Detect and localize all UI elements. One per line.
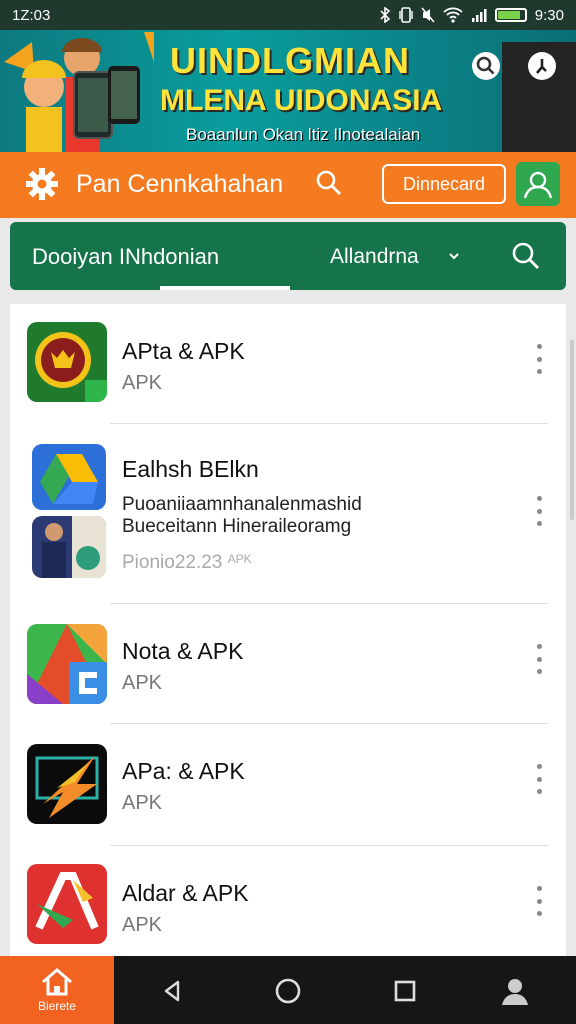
app-name: APta & APK [122, 338, 245, 364]
download-button[interactable]: Dinnecard [382, 164, 506, 204]
app-icon [27, 322, 107, 402]
tab-dropdown-label[interactable]: Allandrna [330, 245, 419, 269]
app-icon [27, 744, 107, 824]
more-options-button[interactable] [534, 496, 544, 526]
list-item[interactable]: APta & APK APK [10, 304, 566, 424]
app-name: Ealhsh BElkn [122, 456, 259, 482]
more-options-button[interactable] [534, 886, 544, 916]
profile-icon [502, 979, 528, 1005]
gear-icon [26, 168, 58, 200]
banner-search-button[interactable] [466, 46, 506, 86]
settings-button[interactable] [24, 166, 60, 207]
status-icons: 9:30 [379, 7, 564, 24]
search-icon[interactable] [510, 240, 542, 272]
wifi-icon [443, 7, 463, 23]
app-icon [27, 624, 107, 704]
home-circle-icon [275, 978, 301, 1004]
vibrate-icon [399, 7, 413, 23]
drive-app-icon [32, 444, 106, 510]
bluetooth-icon [380, 7, 391, 23]
battery-icon [494, 8, 527, 22]
recents-icon [394, 980, 416, 1002]
app-description-line2: Bueceitann Hineraileoramg [122, 516, 352, 537]
version-tag: APK [227, 552, 252, 566]
search-icon [472, 52, 500, 80]
signal-icon [471, 9, 487, 22]
category-tab-bar: Dooiyan INhdonian Allandrna [10, 222, 566, 290]
mute-icon [421, 7, 435, 23]
profile-button[interactable] [498, 974, 532, 1008]
banner-title-line2: MLENA UIDONASIA [160, 84, 443, 117]
home-button[interactable] [271, 974, 305, 1008]
user-icon [523, 171, 553, 199]
profile-app-icon [32, 516, 106, 578]
app-type: APK [122, 792, 163, 814]
bottom-navigation: Bierete [0, 956, 576, 1024]
nav-home-tab[interactable]: Bierete [0, 956, 114, 1024]
version-number: Pionio22.23 [122, 552, 223, 573]
status-time-left: 1Z:03 [12, 6, 51, 24]
list-item[interactable]: Aldar & APK APK [10, 846, 566, 956]
promo-banner[interactable]: UINDLGMIAN MLENA UIDONASIA Boaanlun Okan… [0, 30, 576, 152]
banner-info-button[interactable] [522, 46, 562, 86]
mascot-illustration [4, 32, 154, 152]
info-icon [528, 52, 556, 80]
app-type: APK [122, 914, 163, 936]
user-button[interactable] [516, 162, 560, 206]
back-icon [164, 980, 180, 1002]
banner-title-line1: UINDLGMIAN [170, 40, 410, 81]
app-icon [27, 864, 107, 944]
more-options-button[interactable] [534, 344, 544, 374]
back-button[interactable] [156, 974, 190, 1008]
app-toolbar: Pan Cennkahahan Dinnecard [0, 152, 576, 218]
chevron-down-icon[interactable] [446, 248, 462, 264]
recents-button[interactable] [388, 974, 422, 1008]
tab-active-indicator [160, 286, 290, 290]
app-name: Nota & APK [122, 638, 244, 664]
search-icon [316, 170, 341, 195]
nav-home-label: Bierete [37, 999, 77, 1013]
status-time-right: 9:30 [534, 6, 564, 24]
list-item[interactable]: Nota & APK APK [10, 604, 566, 724]
app-name: APa: & APK [122, 758, 245, 784]
status-bar: 1Z:03 9:30 [0, 0, 576, 30]
toolbar-title: Pan Cennkahahan [76, 170, 284, 198]
app-type: APK [122, 372, 163, 394]
list-item[interactable]: APa: & APK APK [10, 724, 566, 846]
app-description-line1: Puoaniiaamnhanalenmashid [122, 494, 362, 515]
more-options-button[interactable] [534, 764, 544, 794]
banner-subtitle: Boaanlun Okan ltiz Ilnotealaian [186, 125, 421, 144]
app-version: Pionio22.23 APK [122, 552, 252, 574]
more-options-button[interactable] [534, 644, 544, 674]
home-icon [42, 968, 72, 996]
app-type: APK [122, 672, 163, 694]
scrollbar[interactable] [570, 340, 574, 520]
app-list: APta & APK APK Ealhsh BElkn Puoaniiaamnh… [10, 304, 566, 956]
list-item[interactable]: Ealhsh BElkn Puoaniiaamnhanalenmashid Bu… [10, 424, 566, 604]
app-name: Aldar & APK [122, 880, 249, 906]
toolbar-search-button[interactable] [314, 168, 344, 203]
tab-indonesian[interactable]: Dooiyan INhdonian [32, 244, 219, 270]
